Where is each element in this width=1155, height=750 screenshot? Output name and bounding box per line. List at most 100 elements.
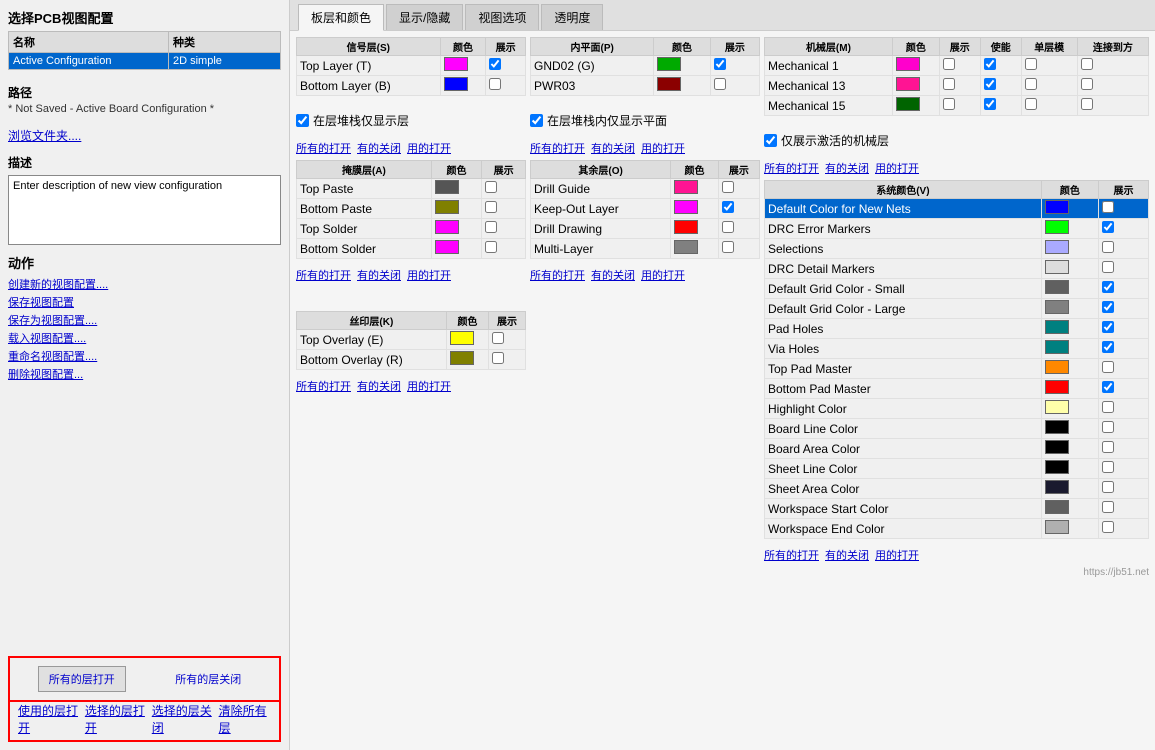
top-solder-check[interactable]	[482, 219, 526, 239]
sys-drc-error[interactable]: DRC Error Markers	[765, 219, 1149, 239]
sys-via-holes[interactable]: Via Holes	[765, 339, 1149, 359]
drc-error-color[interactable]	[1041, 219, 1098, 239]
mask-used[interactable]: 有的关闭	[357, 140, 401, 156]
browse-link[interactable]: 浏览文件夹....	[8, 127, 281, 144]
sheet-area-color[interactable]	[1041, 479, 1098, 499]
sys-highlight[interactable]: Highlight Color	[765, 399, 1149, 419]
top-layer-check[interactable]	[486, 56, 526, 76]
action-saveas[interactable]: 保存为视图配置....	[8, 312, 281, 328]
mask-all-on[interactable]: 所有的打开	[296, 140, 351, 156]
default-nets-check[interactable]	[1099, 199, 1149, 219]
layer-bot-paste[interactable]: Bottom Paste	[297, 199, 526, 219]
action-delete[interactable]: 删除视图配置...	[8, 366, 281, 382]
layer-drill-guide[interactable]: Drill Guide	[531, 179, 760, 199]
mech1-single[interactable]	[1021, 56, 1077, 76]
multi-color[interactable]	[671, 239, 718, 259]
drill-guide-check[interactable]	[718, 179, 759, 199]
highlight-color[interactable]	[1041, 399, 1098, 419]
sys-sheet-area[interactable]: Sheet Area Color	[765, 479, 1149, 499]
sheet-area-check[interactable]	[1099, 479, 1149, 499]
layer-mech13[interactable]: Mechanical 13	[765, 76, 1149, 96]
top-solder-color[interactable]	[431, 219, 481, 239]
mask-all-on2[interactable]: 所有的打开	[296, 267, 351, 283]
sys-drc-detail[interactable]: DRC Detail Markers	[765, 259, 1149, 279]
action-rename[interactable]: 重命名视图配置....	[8, 348, 281, 364]
board-line-color[interactable]	[1041, 419, 1098, 439]
stack-checkbox1[interactable]	[296, 114, 309, 127]
layer-mech1[interactable]: Mechanical 1	[765, 56, 1149, 76]
layer-multi[interactable]: Multi-Layer	[531, 239, 760, 259]
layer-bot-solder[interactable]: Bottom Solder	[297, 239, 526, 259]
tab-board-color[interactable]: 板层和颜色	[298, 4, 384, 31]
sys-used[interactable]: 用的打开	[875, 547, 919, 563]
other-all-on2[interactable]: 所有的打开	[530, 267, 585, 283]
silk-used[interactable]: 用的打开	[407, 378, 451, 394]
silk-off[interactable]: 有的关闭	[357, 378, 401, 394]
action-load[interactable]: 载入视图配置....	[8, 330, 281, 346]
grid-large-color[interactable]	[1041, 299, 1098, 319]
action-create[interactable]: 创建新的视图配置....	[8, 276, 281, 292]
gnd02-check[interactable]	[710, 56, 759, 76]
layer-top[interactable]: Top Layer (T)	[297, 56, 526, 76]
stack-check1[interactable]: 在层堆栈仅显示层	[296, 112, 526, 129]
mech13-enable[interactable]	[980, 76, 1021, 96]
mech13-single[interactable]	[1021, 76, 1077, 96]
sys-all-on[interactable]: 所有的打开	[764, 547, 819, 563]
tab-transparency[interactable]: 透明度	[541, 4, 603, 30]
layer-pwr03[interactable]: PWR03	[531, 76, 760, 96]
mech15-show[interactable]	[939, 96, 980, 116]
config-row[interactable]: Active Configuration 2D simple	[9, 53, 281, 70]
bot-solder-check[interactable]	[482, 239, 526, 259]
workspace-end-check[interactable]	[1099, 519, 1149, 539]
bot-layer-check[interactable]	[486, 76, 526, 96]
bot-paste-check[interactable]	[482, 199, 526, 219]
workspace-start-color[interactable]	[1041, 499, 1098, 519]
bot-overlay-color[interactable]	[446, 350, 488, 370]
default-nets-color[interactable]	[1041, 199, 1098, 219]
other-all-on[interactable]: 所有的打开	[530, 140, 585, 156]
sys-grid-small[interactable]: Default Grid Color - Small	[765, 279, 1149, 299]
mech1-show[interactable]	[939, 56, 980, 76]
mech-active-checkbox[interactable]	[764, 134, 777, 147]
other-off[interactable]: 有的关闭	[591, 140, 635, 156]
layer-mech15[interactable]: Mechanical 15	[765, 96, 1149, 116]
mech1-enable[interactable]	[980, 56, 1021, 76]
mask-off2[interactable]: 有的关闭	[357, 267, 401, 283]
mech15-single[interactable]	[1021, 96, 1077, 116]
top-layer-color[interactable]	[440, 56, 486, 76]
bot-pad-color[interactable]	[1041, 379, 1098, 399]
selections-check[interactable]	[1099, 239, 1149, 259]
grid-small-check[interactable]	[1099, 279, 1149, 299]
sys-selections[interactable]: Selections	[765, 239, 1149, 259]
layer-bottom[interactable]: Bottom Layer (B)	[297, 76, 526, 96]
layer-keepout[interactable]: Keep-Out Layer	[531, 199, 760, 219]
keepout-color[interactable]	[671, 199, 718, 219]
mask-used3[interactable]: 用的打开	[407, 267, 451, 283]
top-overlay-check[interactable]	[489, 330, 526, 350]
sys-workspace-end[interactable]: Workspace End Color	[765, 519, 1149, 539]
btn-used-on[interactable]: 使用的层打开	[18, 702, 81, 736]
sys-grid-large[interactable]: Default Grid Color - Large	[765, 299, 1149, 319]
board-line-check[interactable]	[1099, 419, 1149, 439]
pwr03-color[interactable]	[654, 76, 710, 96]
drc-detail-color[interactable]	[1041, 259, 1098, 279]
sys-board-line[interactable]: Board Line Color	[765, 419, 1149, 439]
other-off2[interactable]: 有的关闭	[591, 267, 635, 283]
pwr03-check[interactable]	[710, 76, 759, 96]
action-save[interactable]: 保存视图配置	[8, 294, 281, 310]
mech-used[interactable]: 用的打开	[875, 160, 919, 176]
layer-top-overlay[interactable]: Top Overlay (E)	[297, 330, 526, 350]
top-pad-color[interactable]	[1041, 359, 1098, 379]
tab-display[interactable]: 显示/隐藏	[386, 4, 463, 30]
grid-small-color[interactable]	[1041, 279, 1098, 299]
btn-all-off[interactable]: 所有的层关闭	[165, 666, 251, 692]
top-paste-color[interactable]	[431, 179, 481, 199]
sheet-line-color[interactable]	[1041, 459, 1098, 479]
top-overlay-color[interactable]	[446, 330, 488, 350]
mech13-color[interactable]	[892, 76, 939, 96]
mech-active-check[interactable]: 仅展示激活的机械层	[764, 132, 1149, 149]
layer-bot-overlay[interactable]: Bottom Overlay (R)	[297, 350, 526, 370]
bot-solder-color[interactable]	[431, 239, 481, 259]
btn-sel-on[interactable]: 选择的层打开	[85, 702, 148, 736]
layer-top-solder[interactable]: Top Solder	[297, 219, 526, 239]
